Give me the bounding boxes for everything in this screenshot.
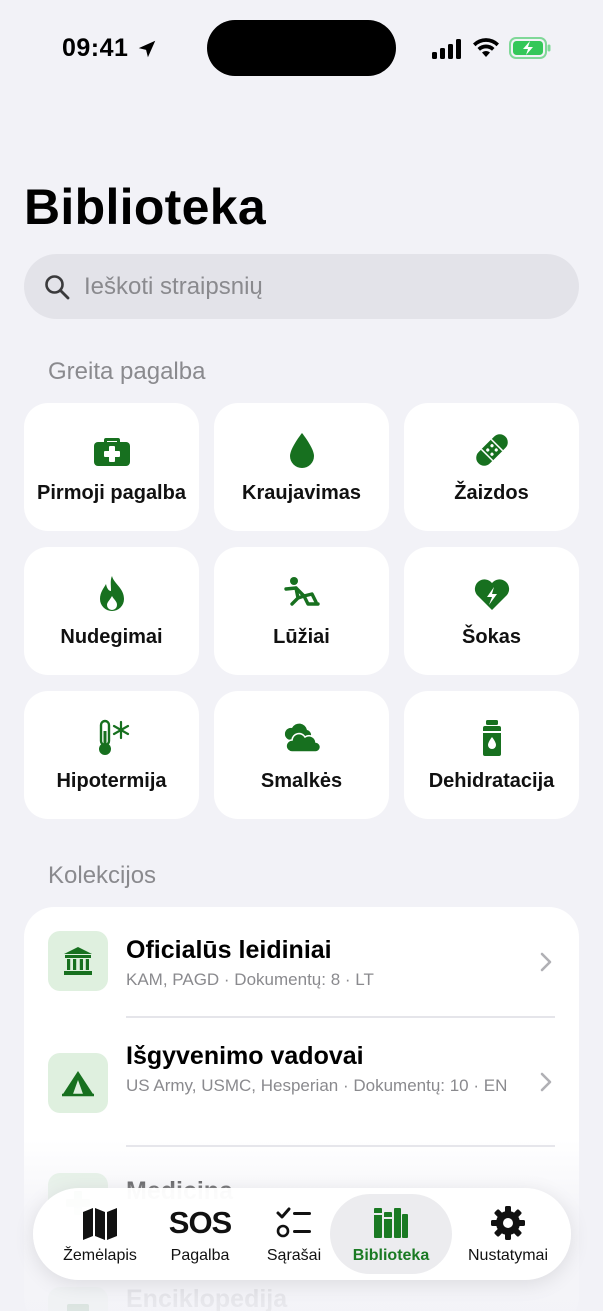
tile-fractures[interactable]: Lūžiai (214, 547, 389, 675)
tent-icon (48, 1053, 108, 1113)
cellular-signal-icon (432, 39, 461, 59)
tab-help[interactable]: SOS Pagalba (153, 1188, 247, 1280)
falling-person-icon (282, 574, 322, 614)
tile-label: Žaizdos (454, 481, 529, 504)
wifi-icon (473, 38, 499, 57)
checklist-icon (274, 1203, 314, 1243)
search-icon (45, 274, 70, 299)
water-bottle-icon (472, 718, 512, 758)
gear-icon (488, 1203, 528, 1243)
tile-carbon-monoxide[interactable]: Smalkės (214, 691, 389, 819)
tile-hypothermia[interactable]: Hipotermija (24, 691, 199, 819)
battery-charging-icon (509, 37, 551, 59)
tile-label: Nudegimai (60, 625, 163, 648)
tab-label: Žemėlapis (63, 1247, 137, 1264)
tile-label: Pirmoji pagalba (37, 481, 186, 504)
collection-title: Išgyvenimo vadovai (126, 1042, 364, 1070)
tile-burns[interactable]: Nudegimai (24, 547, 199, 675)
collection-subtitle: KAM, PAGD · Dokumentų: 8 · LT (126, 970, 374, 989)
tab-label: Pagalba (170, 1247, 230, 1264)
tile-label: Dehidratacija (428, 769, 555, 792)
dynamic-island (207, 20, 396, 76)
collection-row-survival[interactable]: Išgyvenimo vadovai US Army, USMC, Hesper… (24, 1018, 579, 1146)
sos-icon: SOS (169, 1203, 232, 1243)
collection-title: Oficialūs leidiniai (126, 936, 332, 964)
tile-label: Kraujavimas (242, 481, 361, 504)
tab-map[interactable]: Žemėlapis (51, 1188, 149, 1280)
map-icon (80, 1203, 120, 1243)
search-input[interactable] (84, 272, 579, 301)
tile-wounds[interactable]: Žaizdos (404, 403, 579, 531)
thermometer-snowflake-icon (92, 718, 132, 758)
blood-drop-icon (282, 430, 322, 470)
location-arrow-icon (138, 40, 156, 58)
sos-glyph: SOS (168, 1205, 232, 1240)
first-aid-kit-icon (92, 430, 132, 470)
tile-first-aid[interactable]: Pirmoji pagalba (24, 403, 199, 531)
government-building-icon (48, 931, 108, 991)
tab-bar: Žemėlapis SOS Pagalba Sąrašai Biblioteka… (33, 1188, 571, 1280)
tab-library[interactable]: Biblioteka (330, 1188, 452, 1280)
book-icon (48, 1287, 108, 1311)
status-time: 09:41 (62, 34, 129, 62)
page-title: Biblioteka (24, 179, 266, 235)
collection-row-official[interactable]: Oficialūs leidiniai KAM, PAGD · Dokument… (24, 907, 579, 1017)
books-icon (371, 1203, 411, 1243)
collection-subtitle: US Army, USMC, Hesperian · Dokumentų: 10… (126, 1076, 508, 1095)
tile-label: Šokas (462, 625, 521, 648)
tab-label: Sąrašai (266, 1247, 322, 1264)
tile-label: Hipotermija (56, 769, 167, 792)
collection-title: Enciklopedija (126, 1285, 288, 1311)
tile-dehydration[interactable]: Dehidratacija (404, 691, 579, 819)
flame-icon (92, 574, 132, 614)
tile-shock[interactable]: Šokas (404, 547, 579, 675)
smoke-cloud-icon (282, 718, 322, 758)
tab-label: Biblioteka (352, 1247, 430, 1264)
tab-settings[interactable]: Nustatymai (453, 1188, 563, 1280)
tab-lists[interactable]: Sąrašai (247, 1188, 341, 1280)
tile-bleeding[interactable]: Kraujavimas (214, 403, 389, 531)
collections-header: Kolekcijos (48, 862, 157, 889)
quick-help-header: Greita pagalba (48, 358, 206, 385)
heart-bolt-icon (472, 574, 512, 614)
search-bar[interactable] (24, 254, 579, 319)
tile-label: Lūžiai (273, 625, 330, 648)
library-screen: 09:41 Biblioteka Ieškoti straipsnių Grei… (0, 0, 603, 1311)
chevron-right-icon (540, 952, 552, 972)
quick-help-grid: Pirmoji pagalba Kraujavimas Žaizdos Nude… (24, 403, 579, 819)
bandage-icon (472, 430, 512, 470)
status-bar: 09:41 (0, 0, 603, 100)
chevron-right-icon (540, 1072, 552, 1092)
tile-label: Smalkės (260, 769, 343, 792)
tab-label: Nustatymai (467, 1247, 549, 1264)
